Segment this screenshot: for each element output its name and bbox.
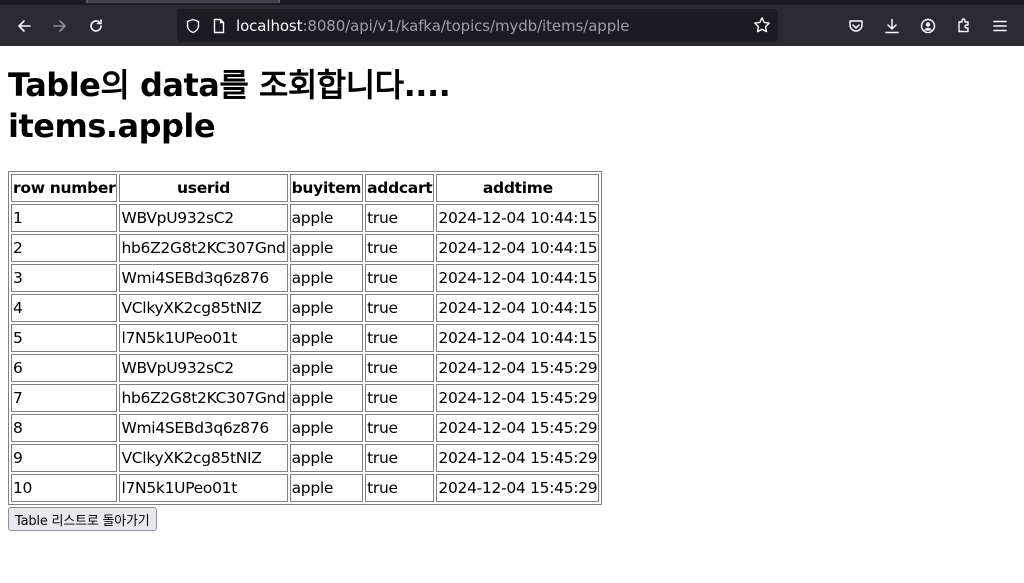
cell-addcart: true	[365, 384, 435, 412]
table-row: 4 VClkyXK2cg85tNIZ apple true 2024-12-04…	[11, 294, 600, 322]
table-row: 2 hb6Z2G8t2KC307Gnd apple true 2024-12-0…	[11, 234, 600, 262]
cell-buyitem: apple	[289, 444, 364, 472]
cell-row-number: 9	[11, 444, 118, 472]
cell-addcart: true	[365, 414, 435, 442]
cell-row-number: 2	[11, 234, 118, 262]
cell-userid: WBVpU932sC2	[119, 354, 288, 382]
cell-buyitem: apple	[289, 264, 364, 292]
cell-addcart: true	[365, 444, 435, 472]
hamburger-menu-icon	[993, 20, 1007, 32]
cell-row-number: 4	[11, 294, 118, 322]
cell-addcart: true	[365, 474, 435, 502]
cell-userid: hb6Z2G8t2KC307Gnd	[119, 384, 288, 412]
address-bar[interactable]: localhost:8080/api/v1/kafka/topics/mydb/…	[177, 9, 778, 42]
cell-row-number: 7	[11, 384, 118, 412]
cell-addtime: 2024-12-04 10:44:15	[436, 234, 600, 262]
toolbar-right	[838, 8, 1018, 44]
cell-addcart: true	[365, 234, 435, 262]
forward-button[interactable]	[42, 8, 78, 44]
cell-row-number: 3	[11, 264, 118, 292]
cell-addcart: true	[365, 294, 435, 322]
cell-buyitem: apple	[289, 414, 364, 442]
column-header-userid: userid	[119, 174, 288, 202]
arrow-left-icon	[18, 19, 31, 32]
reload-icon	[90, 18, 102, 32]
table-row: 6 WBVpU932sC2 apple true 2024-12-04 15:4…	[11, 354, 600, 382]
table-row: 9 VClkyXK2cg85tNIZ apple true 2024-12-04…	[11, 444, 600, 472]
cell-row-number: 6	[11, 354, 118, 382]
download-icon	[885, 18, 899, 34]
url-path: :8080/api/v1/kafka/topics/mydb/items/app…	[302, 16, 630, 35]
page-title: Table의 data를 조회합니다....	[8, 66, 451, 104]
cell-userid: WBVpU932sC2	[119, 204, 288, 232]
cell-addcart: true	[365, 204, 435, 232]
column-header-addcart: addcart	[365, 174, 435, 202]
pocket-icon	[849, 20, 863, 32]
cell-addtime: 2024-12-04 15:45:29	[436, 474, 600, 502]
cell-addtime: 2024-12-04 15:45:29	[436, 414, 600, 442]
cell-addtime: 2024-12-04 10:44:15	[436, 264, 600, 292]
cell-addcart: true	[365, 264, 435, 292]
cell-userid: Wmi4SEBd3q6z876	[119, 414, 288, 442]
table-row: 5 l7N5k1UPeo01t apple true 2024-12-04 10…	[11, 324, 600, 352]
back-button[interactable]	[6, 8, 42, 44]
table-row: 1 WBVpU932sC2 apple true 2024-12-04 10:4…	[11, 204, 600, 232]
url-host: localhost	[236, 16, 303, 35]
reload-button[interactable]	[78, 8, 114, 44]
cell-addcart: true	[365, 354, 435, 382]
url-text[interactable]: localhost:8080/api/v1/kafka/topics/mydb/…	[236, 17, 629, 35]
cell-buyitem: apple	[289, 384, 364, 412]
bookmark-star-icon[interactable]	[753, 16, 771, 34]
cell-userid: VClkyXK2cg85tNIZ	[119, 444, 288, 472]
cell-addtime: 2024-12-04 10:44:15	[436, 204, 600, 232]
active-tab-edge[interactable]	[86, 0, 280, 3]
table-row: 8 Wmi4SEBd3q6z876 apple true 2024-12-04 …	[11, 414, 600, 442]
cell-buyitem: apple	[289, 324, 364, 352]
arrow-right-icon	[53, 19, 66, 32]
cell-row-number: 1	[11, 204, 118, 232]
cell-addtime: 2024-12-04 15:45:29	[436, 354, 600, 382]
menu-button[interactable]	[982, 8, 1018, 44]
column-header-row-number: row number	[11, 174, 118, 202]
cell-row-number: 10	[11, 474, 118, 502]
downloads-button[interactable]	[874, 8, 910, 44]
table-name-heading: items.apple	[8, 107, 216, 145]
account-button[interactable]	[910, 8, 946, 44]
table-row: 7 hb6Z2G8t2KC307Gnd apple true 2024-12-0…	[11, 384, 600, 412]
puzzle-icon	[958, 18, 969, 33]
shield-icon[interactable]	[184, 17, 202, 35]
column-header-addtime: addtime	[436, 174, 600, 202]
table-header-row: row number userid buyitem addcart addtim…	[11, 174, 600, 202]
cell-buyitem: apple	[289, 234, 364, 262]
browser-toolbar: localhost:8080/api/v1/kafka/topics/mydb/…	[0, 5, 1024, 46]
cell-addtime: 2024-12-04 15:45:29	[436, 384, 600, 412]
cell-row-number: 5	[11, 324, 118, 352]
cell-addtime: 2024-12-04 15:45:29	[436, 444, 600, 472]
column-header-buyitem: buyitem	[289, 174, 364, 202]
cell-buyitem: apple	[289, 354, 364, 382]
back-to-table-list-button[interactable]: Table 리스트로 돌아가기	[8, 507, 157, 531]
extensions-button[interactable]	[946, 8, 982, 44]
account-icon	[920, 18, 936, 34]
cell-addcart: true	[365, 324, 435, 352]
page-icon[interactable]	[210, 17, 228, 35]
cell-addtime: 2024-12-04 10:44:15	[436, 294, 600, 322]
table-row: 3 Wmi4SEBd3q6z876 apple true 2024-12-04 …	[11, 264, 600, 292]
pocket-button[interactable]	[838, 8, 874, 44]
data-table: row number userid buyitem addcart addtim…	[8, 171, 603, 505]
cell-buyitem: apple	[289, 294, 364, 322]
cell-buyitem: apple	[289, 474, 364, 502]
table-row: 10 l7N5k1UPeo01t apple true 2024-12-04 1…	[11, 474, 600, 502]
cell-userid: l7N5k1UPeo01t	[119, 474, 288, 502]
cell-userid: l7N5k1UPeo01t	[119, 324, 288, 352]
cell-buyitem: apple	[289, 204, 364, 232]
cell-userid: VClkyXK2cg85tNIZ	[119, 294, 288, 322]
cell-userid: hb6Z2G8t2KC307Gnd	[119, 234, 288, 262]
cell-userid: Wmi4SEBd3q6z876	[119, 264, 288, 292]
page-content: Table의 data를 조회합니다.... items.apple row n…	[0, 46, 1024, 583]
cell-addtime: 2024-12-04 10:44:15	[436, 324, 600, 352]
cell-row-number: 8	[11, 414, 118, 442]
